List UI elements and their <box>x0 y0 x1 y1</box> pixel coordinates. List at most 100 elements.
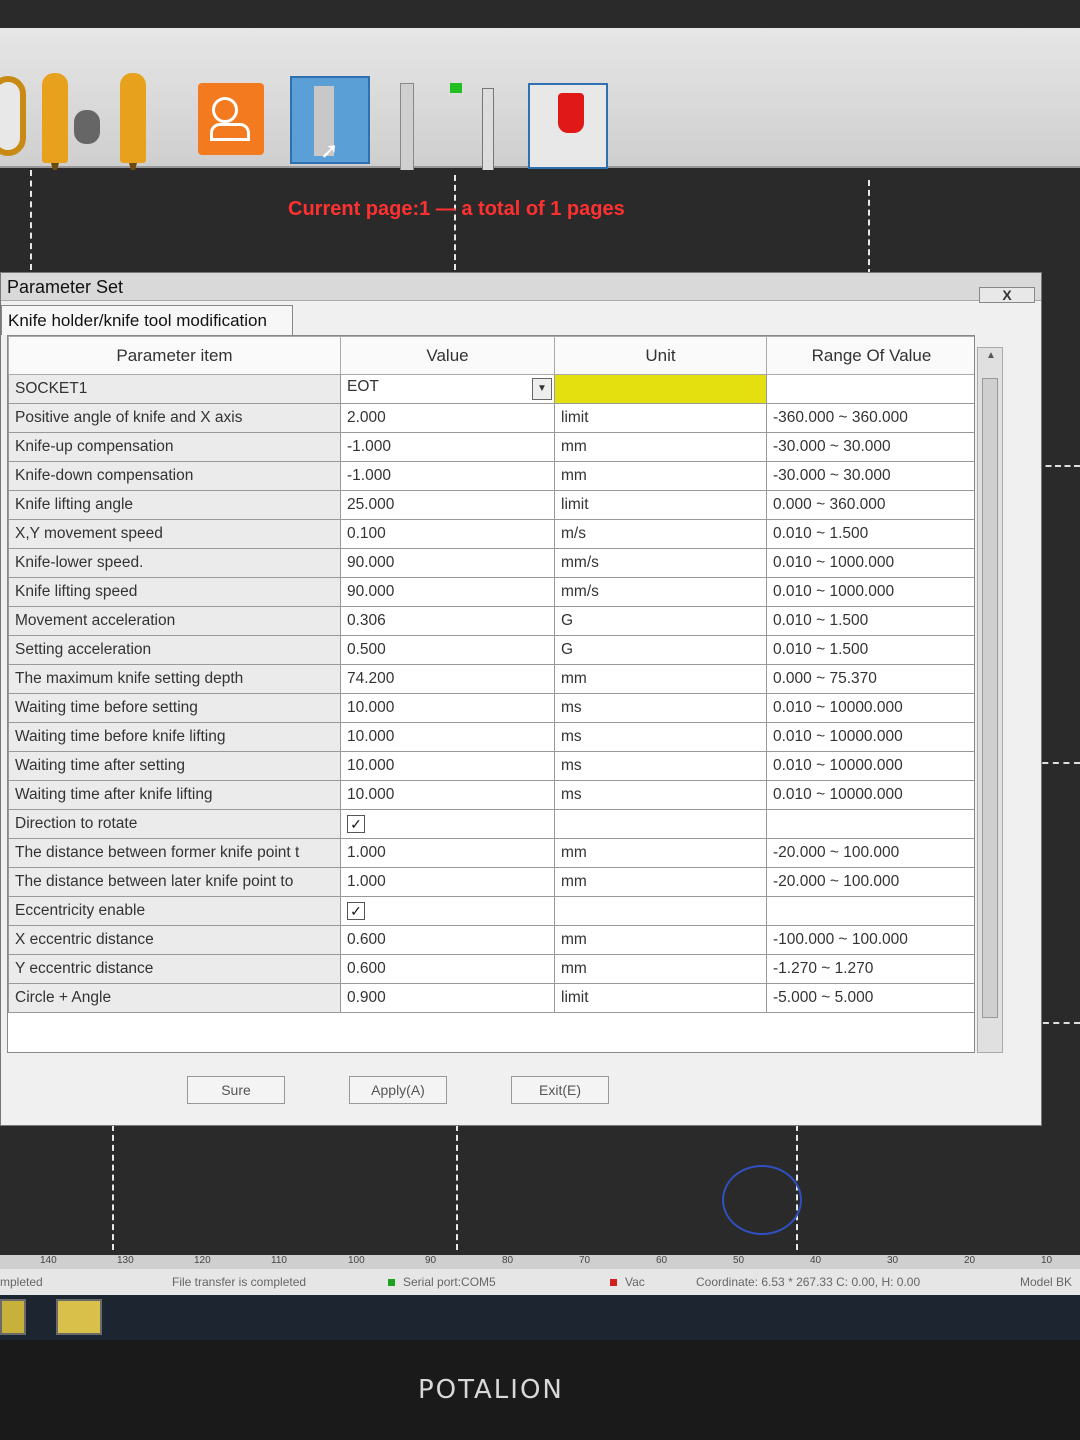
parameter-value[interactable]: 25.000 <box>340 490 555 520</box>
parameter-range: 0.010 ~ 10000.000 <box>766 780 974 810</box>
table-row[interactable]: Eccentricity enable ✓ <box>8 896 974 926</box>
parameter-range: -30.000 ~ 30.000 <box>766 461 974 491</box>
ruler-tick-label: 10 <box>1041 1255 1053 1266</box>
checkbox[interactable]: ✓ <box>347 814 365 833</box>
table-row[interactable]: Setting acceleration 0.500 G 0.010 ~ 1.500 <box>8 635 974 665</box>
table-row[interactable]: Y eccentric distance 0.600 mm -1.270 ~ 1.27… <box>8 954 974 984</box>
parameter-value[interactable]: 10.000 <box>340 693 555 723</box>
people-edit-icon[interactable] <box>198 83 264 155</box>
parameter-unit: G <box>554 606 767 636</box>
parameter-range: -20.000 ~ 100.000 <box>766 867 974 897</box>
parameter-value[interactable]: 1.000 <box>340 838 555 868</box>
parameter-unit: mm <box>554 461 767 491</box>
green-marker-icon[interactable] <box>450 83 462 93</box>
table-row[interactable]: SOCKET1 EOT ▼ <box>8 374 974 404</box>
taskbar-app-icon[interactable] <box>56 1299 102 1335</box>
parameter-unit <box>554 809 767 839</box>
status-text: mpleted <box>0 1275 43 1289</box>
file-status: File transfer is completed <box>172 1275 307 1289</box>
pen-tool-icon[interactable] <box>0 76 26 156</box>
table-row[interactable]: Positive angle of knife and X axis 2.000 l… <box>8 403 974 433</box>
red-marker-icon[interactable] <box>528 83 608 169</box>
table-row[interactable]: Knife lifting speed 90.000 mm/s 0.010 ~ 100… <box>8 577 974 607</box>
parameter-value[interactable]: 0.306 <box>340 606 555 636</box>
table-row[interactable]: Movement acceleration 0.306 G 0.010 ~ 1.500 <box>8 606 974 636</box>
close-button[interactable]: X <box>979 287 1035 303</box>
vertical-scrollbar[interactable]: ▲ <box>977 347 1003 1053</box>
table-row[interactable]: The distance between later knife point t… <box>8 867 974 897</box>
dropdown-arrow-icon[interactable]: ▼ <box>532 378 552 400</box>
table-row[interactable]: Knife lifting angle 25.000 limit 0.000 ~ 36… <box>8 490 974 520</box>
pen-user-icon[interactable] <box>42 73 68 177</box>
parameter-value[interactable]: -1.000 <box>340 461 555 491</box>
ruler-tick-label: 50 <box>733 1255 745 1266</box>
table-row[interactable]: Waiting time before setting 10.000 ms 0.010… <box>8 693 974 723</box>
parameter-name: The distance between later knife point t… <box>8 867 341 897</box>
table-row[interactable]: Circle + Angle 0.900 limit -5.000 ~ 5.000 <box>8 983 974 1013</box>
table-row[interactable]: X eccentric distance 0.600 mm -100.000 ~ 10… <box>8 925 974 955</box>
table-row[interactable]: Knife-lower speed. 90.000 mm/s 0.010 ~ 1000… <box>8 548 974 578</box>
table-row[interactable]: The maximum knife setting depth 74.200 mm 0… <box>8 664 974 694</box>
parameter-range <box>766 896 974 926</box>
pen-icon[interactable] <box>120 73 146 177</box>
table-row[interactable]: Direction to rotate ✓ <box>8 809 974 839</box>
parameter-value[interactable]: 90.000 <box>340 548 555 578</box>
parameter-range: -100.000 ~ 100.000 <box>766 925 974 955</box>
parameter-value[interactable]: 0.900 <box>340 983 555 1013</box>
table-row[interactable]: Waiting time after setting 10.000 ms 0.010 … <box>8 751 974 781</box>
column-header: Parameter item <box>8 336 341 375</box>
table-row[interactable]: X,Y movement speed 0.100 m/s 0.010 ~ 1.500 <box>8 519 974 549</box>
parameter-value[interactable]: EOT ▼ <box>340 374 555 404</box>
table-row[interactable]: The distance between former knife point … <box>8 838 974 868</box>
serial-indicator-icon <box>388 1279 395 1286</box>
pencil-icon[interactable] <box>400 83 414 173</box>
ruler-tick-label: 110 <box>271 1255 287 1266</box>
parameter-name: Direction to rotate <box>8 809 341 839</box>
guide-line <box>454 175 456 270</box>
knife-tool-icon[interactable]: ➚ <box>290 76 370 164</box>
parameter-value[interactable]: 0.600 <box>340 954 555 984</box>
parameter-value[interactable]: 10.000 <box>340 722 555 752</box>
parameter-table: Parameter item Value Unit Range Of Value… <box>7 335 975 1053</box>
parameter-value[interactable]: 10.000 <box>340 780 555 810</box>
table-row[interactable]: Waiting time after knife lifting 10.000 ms… <box>8 780 974 810</box>
scroll-up-icon[interactable]: ▲ <box>986 350 996 361</box>
parameter-range: 0.010 ~ 10000.000 <box>766 751 974 781</box>
apply-button[interactable]: Apply(A) <box>349 1076 447 1104</box>
guide-line <box>112 1125 114 1250</box>
parameter-value[interactable]: 0.100 <box>340 519 555 549</box>
parameter-name: Knife-down compensation <box>8 461 341 491</box>
parameter-value[interactable]: 0.500 <box>340 635 555 665</box>
parameter-value[interactable]: 90.000 <box>340 577 555 607</box>
parameter-value[interactable]: -1.000 <box>340 432 555 462</box>
parameter-range: -360.000 ~ 360.000 <box>766 403 974 433</box>
screen: ➚ Current page:1 — a total of 1 pages Pa… <box>0 0 1080 1340</box>
parameter-unit: mm <box>554 954 767 984</box>
taskbar-app-icon[interactable] <box>0 1299 26 1335</box>
parameter-name: Knife lifting angle <box>8 490 341 520</box>
table-row[interactable]: Knife-down compensation -1.000 mm -30.000 ~… <box>8 461 974 491</box>
socket-select-value: EOT <box>347 378 379 395</box>
parameter-name: The maximum knife setting depth <box>8 664 341 694</box>
table-row[interactable]: Waiting time before knife lifting 10.000 m… <box>8 722 974 752</box>
guide-line <box>30 170 32 270</box>
parameter-range <box>766 374 974 404</box>
sure-button[interactable]: Sure <box>187 1076 285 1104</box>
tab-knife-holder[interactable]: Knife holder/knife tool modification <box>1 305 293 335</box>
exit-button[interactable]: Exit(E) <box>511 1076 609 1104</box>
scroll-thumb[interactable] <box>982 378 998 1018</box>
parameter-value[interactable]: 0.600 <box>340 925 555 955</box>
parameter-value[interactable]: ✓ <box>340 809 555 839</box>
parameter-value[interactable]: 2.000 <box>340 403 555 433</box>
status-bar: mpleted File transfer is completed Seria… <box>0 1269 1080 1295</box>
parameter-value[interactable]: 1.000 <box>340 867 555 897</box>
monitor-bezel: POTALION <box>0 1340 1080 1440</box>
checkbox[interactable]: ✓ <box>347 901 365 920</box>
parameter-value[interactable]: ✓ <box>340 896 555 926</box>
parameter-value[interactable]: 74.200 <box>340 664 555 694</box>
parameter-range: -5.000 ~ 5.000 <box>766 983 974 1013</box>
table-row[interactable]: Knife-up compensation -1.000 mm -30.000 ~ 3… <box>8 432 974 462</box>
parameter-value[interactable]: 10.000 <box>340 751 555 781</box>
parameter-name: Movement acceleration <box>8 606 341 636</box>
parameter-range: 0.000 ~ 75.370 <box>766 664 974 694</box>
